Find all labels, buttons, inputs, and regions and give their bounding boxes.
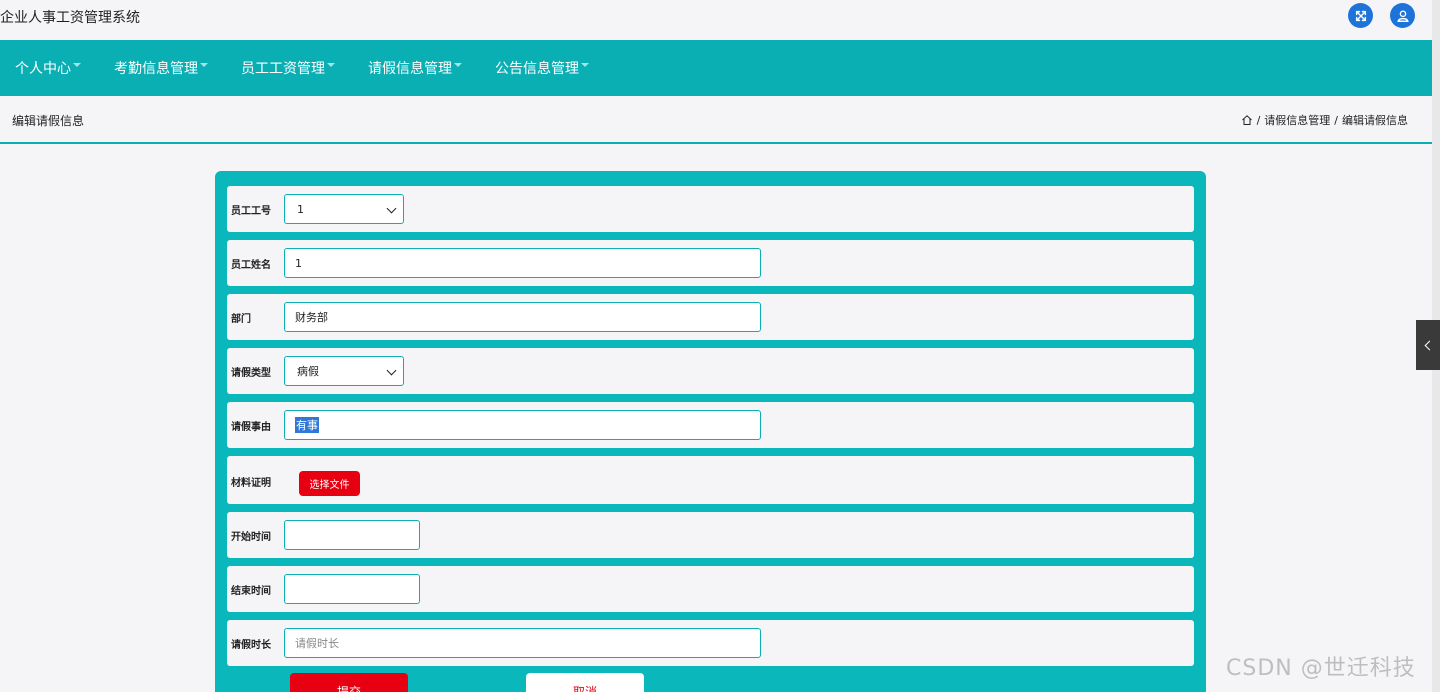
reason-selected-text: 有事 [295,417,319,433]
row-end-time: 结束时间 [227,566,1194,612]
row-leave-type: 请假类型 病假 [227,348,1194,394]
cancel-button[interactable]: 取消 [526,673,644,692]
user-icon[interactable] [1390,3,1415,28]
duration-input[interactable]: 请假时长 [284,628,761,658]
caret-down-icon [200,63,208,67]
row-reason: 请假事由 有事 [227,402,1194,448]
caret-down-icon [73,63,81,67]
start-time-input[interactable] [284,520,420,550]
row-attachment: 材料证明 选择文件 [227,456,1194,504]
row-department: 部门 财务部 [227,294,1194,340]
leave-edit-form: 员工工号 1 员工姓名 1 部门 财务部 请假类型 病假 请假事由 有事 材料证… [215,171,1206,692]
nav-salary[interactable]: 员工工资管理 [241,58,335,78]
row-emp-name: 员工姓名 1 [227,240,1194,286]
app-title: 企业人事工资管理系统 [0,10,140,26]
nav-notice[interactable]: 公告信息管理 [495,58,589,78]
nav-personal-center[interactable]: 个人中心 [15,58,81,78]
label-emp-no: 员工工号 [231,206,271,217]
label-start-time: 开始时间 [231,532,271,543]
label-duration: 请假时长 [231,640,271,651]
breadcrumb-level2: 编辑请假信息 [1342,114,1408,127]
watermark: CSDN @世迁科技 [1226,656,1416,681]
leave-type-select[interactable]: 病假 [284,356,404,386]
breadcrumb: / 请假信息管理 / 编辑请假信息 [1241,112,1408,128]
chevron-down-icon [386,365,397,376]
row-duration: 请假时长 请假时长 [227,620,1194,666]
emp-no-select[interactable]: 1 [284,194,404,224]
row-emp-no: 员工工号 1 [227,186,1194,232]
row-start-time: 开始时间 [227,512,1194,558]
expand-arrows-icon[interactable] [1348,3,1373,28]
side-panel-toggle[interactable] [1416,320,1440,370]
caret-down-icon [454,63,462,67]
label-department: 部门 [231,314,251,325]
page-title: 编辑请假信息 [12,114,85,128]
nav-leave[interactable]: 请假信息管理 [368,58,462,78]
main-nav: 个人中心 考勤信息管理 员工工资管理 请假信息管理 公告信息管理 [0,40,1432,96]
label-leave-type: 请假类型 [231,368,271,379]
caret-down-icon [327,63,335,67]
reason-input[interactable]: 有事 [284,410,761,440]
emp-name-input[interactable]: 1 [284,248,761,278]
chevron-down-icon [386,203,397,214]
end-time-input[interactable] [284,574,420,604]
label-attachment: 材料证明 [231,478,271,489]
breadcrumb-level1[interactable]: 请假信息管理 [1264,112,1330,128]
department-input[interactable]: 财务部 [284,302,761,332]
label-reason: 请假事由 [231,422,271,433]
choose-file-button[interactable]: 选择文件 [299,471,360,496]
home-icon[interactable] [1241,114,1253,126]
submit-button[interactable]: 提交 [290,673,408,692]
page-header: 编辑请假信息 / 请假信息管理 / 编辑请假信息 [0,96,1432,144]
nav-attendance[interactable]: 考勤信息管理 [114,58,208,78]
label-end-time: 结束时间 [231,586,271,597]
label-emp-name: 员工姓名 [231,260,271,271]
caret-down-icon [581,63,589,67]
chevron-left-icon [1424,340,1435,350]
topbar: 企业人事工资管理系统 [0,0,1432,40]
